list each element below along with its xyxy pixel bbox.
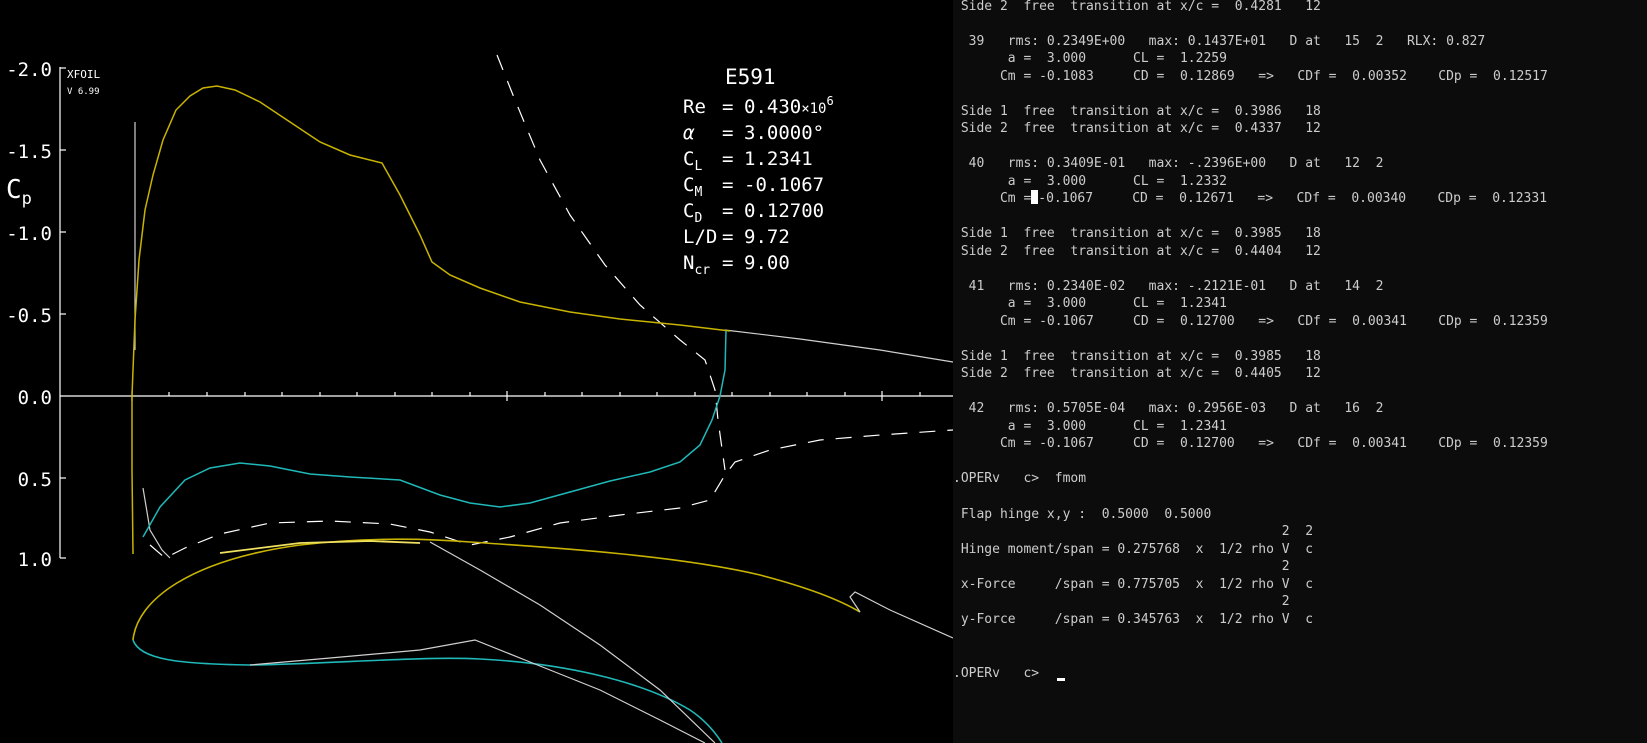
terminal-line: 41 rms: 0.2340E-02 max: -.2121E-01 D at … <box>953 279 1384 294</box>
terminal-input-prompt[interactable]: .OPERv c> <box>953 665 1039 682</box>
airfoil-lower-surface <box>132 639 723 743</box>
terminal-line: Cm = -0.1067 CD = 0.12700 => CDf = 0.003… <box>953 314 1548 329</box>
terminal-line: 2 <box>953 594 1290 609</box>
terminal-line: a = 3.000 CL = 1.2259 <box>953 51 1227 66</box>
terminal-prompt-line: .OPERv c> fmom <box>953 471 1087 486</box>
y-tick-label: -1.0 <box>6 223 52 245</box>
info-eq: = <box>722 174 733 196</box>
terminal-window[interactable]: Side 2 free transition at x/c = 0.4281 1… <box>953 0 1647 743</box>
terminal-line: Cm = -0.1067 CD = 0.12700 => CDf = 0.003… <box>953 436 1548 451</box>
terminal-line: Side 2 free transition at x/c = 0.4337 1… <box>953 121 1321 136</box>
cp-plot: -2.0 -1.5 -1.0 -0.5 0.0 0.5 1.0 Cp XFOIL… <box>6 54 953 743</box>
lower-cp-curve <box>142 330 727 538</box>
airfoil-upper-surface <box>132 538 861 641</box>
info-eq: = <box>722 226 733 248</box>
info-cl-value: 1.2341 <box>744 148 813 170</box>
terminal-line: 2 2 <box>953 524 1314 539</box>
terminal-line: Side 1 free transition at x/c = 0.3985 1… <box>953 226 1321 241</box>
info-cd-label: CD <box>683 200 702 226</box>
terminal-line: Cm = -0.1083 CD = 0.12869 => CDf = 0.003… <box>953 69 1548 84</box>
wake-cp-upper <box>724 329 953 363</box>
y-tick-label: -2.0 <box>6 59 52 81</box>
cp-subscript: p <box>22 189 32 209</box>
upper-cp-curve <box>131 85 731 397</box>
program-version: V 6.99 <box>67 87 100 97</box>
info-cm-value: -0.1067 <box>744 174 824 196</box>
info-cd-value: 0.12700 <box>744 200 824 222</box>
terminal-line: a = 3.000 CL = 1.2341 <box>953 296 1227 311</box>
info-ncr-label: Ncr <box>683 252 710 278</box>
y-tick-label: -1.5 <box>6 141 52 163</box>
program-name: XFOIL <box>67 68 100 81</box>
terminal-line: Side 2 free transition at x/c = 0.4281 1… <box>953 0 1321 14</box>
terminal-line: 40 rms: 0.3409E-01 max: -.2396E+00 D at … <box>953 156 1384 171</box>
leading-edge-cp <box>131 396 134 555</box>
terminal-line: a = 3.000 CL = 1.2341 <box>953 419 1227 434</box>
terminal-line: Side 2 free transition at x/c = 0.4404 1… <box>953 244 1321 259</box>
lower-cp-reference <box>142 487 171 559</box>
flap-deflected-chord <box>429 541 716 743</box>
terminal-line: Flap hinge x,y : 0.5000 0.5000 <box>953 507 1212 522</box>
terminal-line: y-Force /span = 0.345763 x 1/2 rho V c <box>953 612 1314 627</box>
info-eq: = <box>722 148 733 170</box>
terminal-line: Side 1 free transition at x/c = 0.3986 1… <box>953 104 1321 119</box>
info-re-label: Re <box>683 96 706 118</box>
info-alpha-label: α <box>683 122 695 144</box>
y-tick-label: 1.0 <box>18 549 52 571</box>
airfoil-name: E591 <box>725 65 776 89</box>
terminal-line: 39 rms: 0.2349E+00 max: 0.1437E+01 D at … <box>953 34 1486 49</box>
terminal-line-prefix: Cm = <box>953 191 1032 206</box>
terminal-line: 42 rms: 0.5705E-04 max: 0.2956E-03 D at … <box>953 401 1384 416</box>
terminal-line: x-Force /span = 0.775705 x 1/2 rho V c <box>953 577 1314 592</box>
info-re-value: 0.430×106 <box>744 94 834 118</box>
info-alpha-value: 3.0000° <box>744 122 824 144</box>
info-cl-label: CL <box>683 148 702 174</box>
terminal-line: 2 <box>953 559 1290 574</box>
y-ticks <box>60 67 66 559</box>
terminal-line-rest: -0.1067 CD = 0.12671 => CDf = 0.00340 CD… <box>1038 191 1548 206</box>
cp-symbol: C <box>6 175 22 205</box>
upper-surface-highlight <box>219 540 421 554</box>
terminal-line: Side 1 free transition at x/c = 0.3985 1… <box>953 349 1321 364</box>
cp-plot-window: -2.0 -1.5 -1.0 -0.5 0.0 0.5 1.0 Cp XFOIL… <box>0 0 953 743</box>
info-ld-value: 9.72 <box>744 226 790 248</box>
flap-upper-outline <box>849 591 953 639</box>
info-eq: = <box>722 252 733 274</box>
info-eq: = <box>722 96 733 118</box>
terminal-line: Hinge moment/span = 0.275768 x 1/2 rho V… <box>953 542 1314 557</box>
prompt-cursor <box>1057 678 1065 681</box>
y-tick-label: 0.0 <box>18 387 52 409</box>
info-ncr-value: 9.00 <box>744 252 790 274</box>
info-block: Re = 0.430×106 α = 3.0000° CL = 1.2341 C… <box>683 94 834 278</box>
y-tick-label: 0.5 <box>18 469 52 491</box>
info-eq: = <box>722 200 733 222</box>
info-eq: = <box>722 122 733 144</box>
y-tick-label: -0.5 <box>6 305 52 327</box>
flap-lower-outline <box>249 639 706 743</box>
info-ld-label: L/D <box>683 226 717 248</box>
terminal-line: Side 2 free transition at x/c = 0.4405 1… <box>953 366 1321 381</box>
terminal-line-with-cursor: Cm = -0.1067 CD = 0.12671 => CDf = 0.0034… <box>953 190 1547 207</box>
info-cm-label: CM <box>683 174 702 200</box>
terminal-line: a = 3.000 CL = 1.2332 <box>953 174 1227 189</box>
cp-axis-label: Cp <box>6 175 32 209</box>
dashed-lower-curve <box>149 429 953 559</box>
